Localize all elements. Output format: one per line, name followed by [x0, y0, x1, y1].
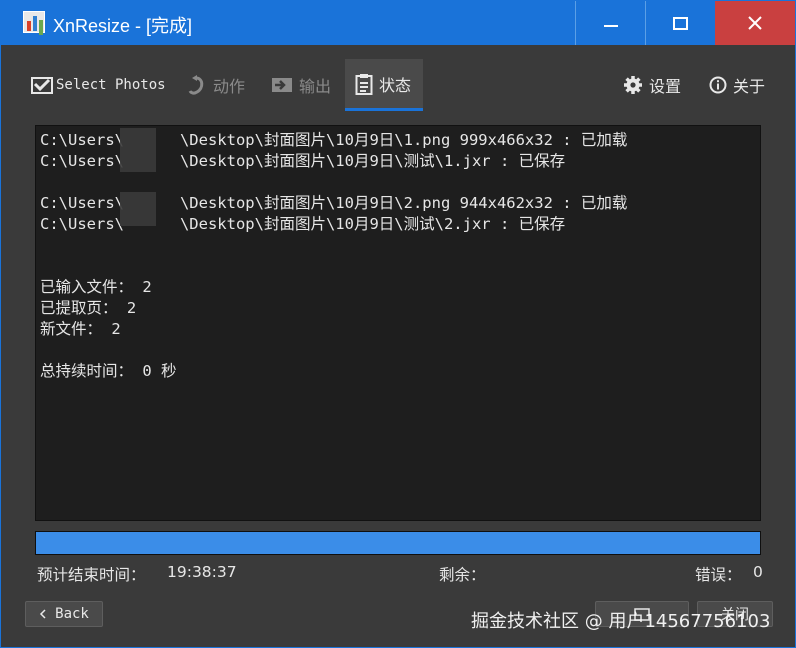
log-line: 已提取页： 2	[40, 299, 137, 317]
log-line: 已输入文件： 2	[40, 278, 152, 296]
minimize-button[interactable]	[575, 1, 645, 45]
errors-value: 0	[753, 563, 763, 581]
errors-label: 错误：	[695, 566, 742, 584]
eta-value: 19:38:37	[167, 563, 237, 581]
tab-select-photos-label: Select Photos	[56, 77, 166, 93]
log-line: 总持续时间： 0 秒	[40, 362, 177, 380]
undo-arrow-icon	[188, 75, 204, 95]
info-icon	[709, 76, 727, 94]
back-button[interactable]: Back	[25, 601, 103, 627]
chevron-left-icon	[40, 609, 46, 619]
toolbar: Select Photos 动作 输出 状态 设置 关于	[1, 45, 795, 115]
xnresize-app-icon	[23, 11, 45, 33]
back-button-label: Back	[55, 606, 89, 622]
gear-icon	[624, 76, 642, 94]
settings-button[interactable]: 设置	[623, 59, 681, 111]
export-icon	[272, 78, 292, 92]
clipboard-list-icon	[355, 73, 373, 95]
tab-output-label: 输出	[299, 77, 332, 96]
tab-status-label: 状态	[379, 75, 412, 95]
close-icon	[748, 16, 762, 30]
title-bar[interactable]: XnResize - [完成]	[1, 1, 795, 45]
redacted-username	[120, 192, 156, 226]
tab-output[interactable]: 输出	[271, 59, 331, 111]
remaining-label: 剩余：	[439, 566, 486, 584]
maximize-icon	[673, 16, 688, 30]
log-line: 新文件： 2	[40, 320, 121, 338]
status-row: 预计结束时间： 19:38:37 剩余： 错误： 0	[37, 563, 763, 585]
about-label: 关于	[733, 77, 766, 96]
redacted-username	[120, 128, 156, 172]
tab-status[interactable]: 状态	[345, 59, 423, 111]
window-title: XnResize - [完成]	[53, 16, 193, 36]
close-window-button[interactable]	[715, 1, 795, 45]
progress-fill	[36, 532, 760, 554]
tab-actions-label: 动作	[213, 77, 246, 96]
status-log[interactable]: C:\Users\ \Desktop\封面图片\10月9日\1.png 999x…	[35, 125, 761, 521]
photos-icon	[31, 77, 53, 94]
tab-select-photos[interactable]: Select Photos	[31, 59, 166, 111]
progress-bar	[35, 531, 761, 555]
app-window: XnResize - [完成] Select Photos 动作 输出 状态 设…	[0, 0, 796, 648]
minimize-icon	[603, 25, 618, 27]
watermark-text: 掘金技术社区 @ 用户14567756103	[471, 611, 771, 632]
tab-actions[interactable]: 动作	[187, 59, 245, 111]
settings-label: 设置	[649, 77, 682, 96]
maximize-button[interactable]	[645, 1, 715, 45]
about-button[interactable]: 关于	[709, 59, 765, 111]
eta-label: 预计结束时间：	[37, 566, 146, 584]
